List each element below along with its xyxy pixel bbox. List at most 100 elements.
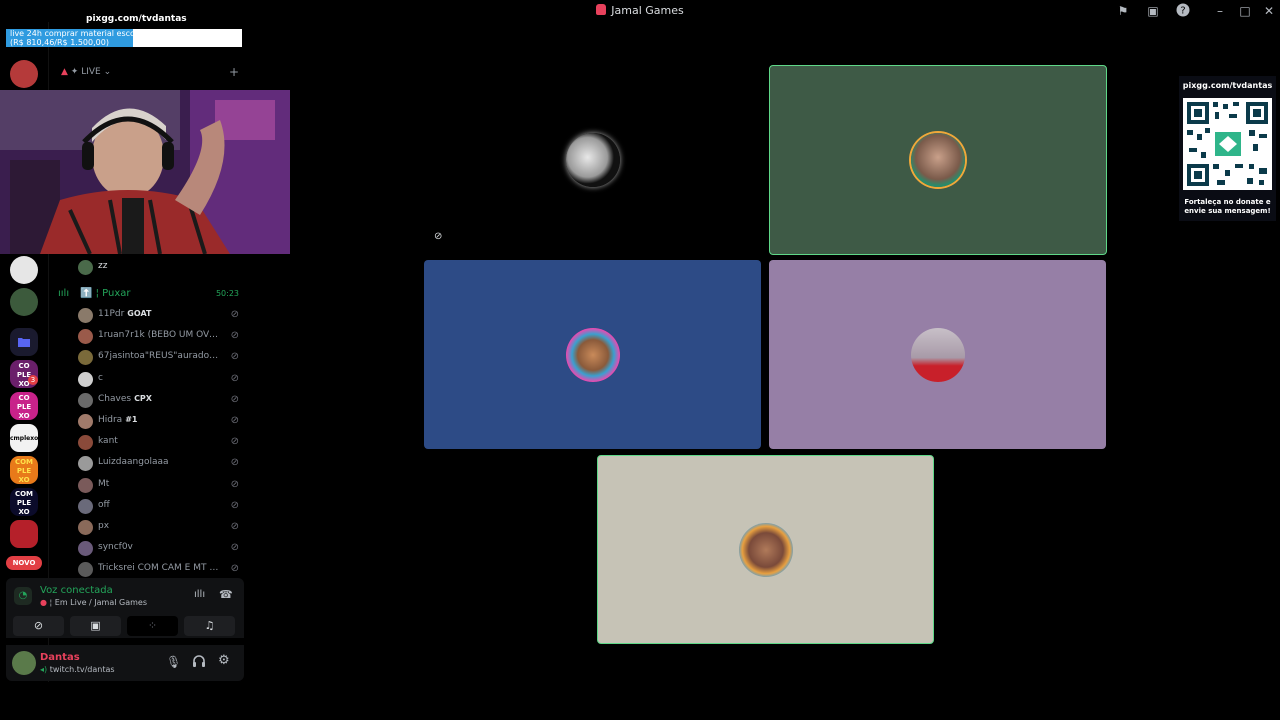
voice-location[interactable]: ● ¦ Em Live / Jamal Games [40,598,147,607]
help-icon[interactable]: ? [1175,3,1191,19]
microphone-icon[interactable]: 🎙︎ [166,655,181,669]
voice-activity-icon: ıılı [58,288,70,299]
user-name[interactable]: Dantas [40,652,80,663]
video-tile-4[interactable] [769,260,1106,449]
list-item[interactable]: c ⊘ [78,370,243,391]
member-name-text: Tricksrei COM CAM E MT GO... [98,563,220,573]
maximize-button[interactable]: □ [1237,3,1253,19]
list-item[interactable]: px ⊘ [78,518,243,539]
member-tag: #1 [125,415,138,424]
server-icon-game[interactable] [10,256,38,284]
headphones-icon[interactable] [192,654,206,671]
member-name: c [98,373,220,383]
record-icon: ● [40,598,47,607]
video-tile-5[interactable] [597,455,934,644]
flag-icon[interactable]: ⚑ [1115,3,1131,19]
voice-connection-panel: ◔ Voz conectada ● ¦ Em Live / Jamal Game… [6,578,244,638]
participant-avatar-moon [565,132,620,187]
deafened-icon: ⊘ [230,457,239,468]
avatar[interactable] [12,651,36,675]
video-tile-2[interactable] [769,65,1107,255]
deafened-icon: ⊘ [230,351,239,362]
member-name: Mt [98,479,220,489]
screen-share-button[interactable]: ▣ [70,616,121,636]
video-tile-1[interactable]: ⊘ [424,65,761,254]
list-item[interactable]: kant ⊘ [78,433,243,454]
deafened-icon: ⊘ [230,542,239,553]
video-tile-3[interactable] [424,260,761,449]
list-item[interactable]: zz [78,258,243,279]
add-channel-icon[interactable]: + [229,65,239,79]
member-name-text: Mt [98,479,110,489]
avatar [78,499,93,514]
voice-status[interactable]: Voz conectada [40,585,113,596]
user-status: ◂) twitch.tv/dantas [40,665,115,674]
server-icon-live[interactable] [10,520,38,548]
server-icon-complexo-3[interactable]: cmplexo [10,424,38,452]
server-icon-complexo-2[interactable]: CO PLE XO [10,392,38,420]
deafened-icon: ⊘ [230,415,239,426]
qr-url: pixgg.com/tvdantas [1182,81,1273,90]
minimize-button[interactable]: – [1212,3,1228,19]
member-name: 67jasintoa"REUS"auradocpx67 [98,351,220,361]
list-item[interactable]: syncf0v ⊘ [78,539,243,560]
signal-icon[interactable]: ◔ [14,587,32,605]
deafened-icon: ⊘ [230,330,239,341]
member-name-text: c [98,373,103,383]
server-icon [596,4,607,15]
participant-avatar-4 [910,327,965,382]
list-item[interactable]: 1ruan7r1k (BEBO UM OVO CR... ⊘ [78,327,243,348]
avatar [78,372,93,387]
close-button[interactable]: ✕ [1261,3,1277,19]
activities-button[interactable]: ⁘ [127,616,178,636]
avatar [78,350,93,365]
member-name: 1ruan7r1k (BEBO UM OVO CR... [98,330,220,340]
noise-suppression-icon[interactable]: ıllı [194,589,205,600]
svg-text:?: ? [1180,6,1185,17]
list-item[interactable]: Luizdaangolaaa ⊘ [78,454,243,475]
voice-channel-puxar[interactable]: ıılı ⬆️ ¦ Puxar 50:23 [58,288,243,302]
avatar [78,478,93,493]
server-icon-complexo-5[interactable]: COM PLE XO [10,488,38,516]
avatar [78,414,93,429]
member-name: kant [98,436,220,446]
user-status-text: twitch.tv/dantas [49,665,115,674]
notification-badge: 3 [28,375,38,385]
qr-donate-card: pixgg.com/tvdantas Fortaleça no donate e… [1179,76,1276,221]
deafened-icon: ⊘ [434,231,443,242]
member-name: px [98,521,220,531]
member-name: Luizdaangolaaa [98,457,220,467]
qr-caption: Fortaleça no donate e envie sua mensagem… [1184,198,1271,215]
list-item[interactable]: Chaves CPX ⊘ [78,391,243,412]
member-name-text: kant [98,436,118,446]
list-item[interactable]: Hidra #1 ⊘ [78,412,243,433]
server-icon-avatar[interactable] [10,288,38,316]
deafened-icon: ⊘ [230,563,239,574]
member-name-text: px [98,521,110,531]
camera-off-button[interactable]: ⊘ [13,616,64,636]
member-name-text: 67jasintoa"REUS"auradocpx67 [98,351,220,361]
qr-code-icon [1183,98,1272,190]
donation-goal-amount: (R$ 810,46/R$ 1.500,00) [10,38,109,47]
member-name: Hidra #1 [98,415,220,425]
settings-gear-icon[interactable]: ⚙ [218,653,230,668]
member-name-text: Hidra [98,415,123,425]
soundboard-button[interactable]: ♫ [184,616,235,636]
avatar [78,435,93,450]
list-item[interactable]: 11Pdr GOAT ⊘ [78,306,243,327]
avatar [78,308,93,323]
member-name: 11Pdr GOAT [98,309,220,319]
list-item[interactable]: Mt ⊘ [78,476,243,497]
list-item[interactable]: off ⊘ [78,497,243,518]
disconnect-icon[interactable]: ☎ [219,588,233,601]
list-item[interactable]: 67jasintoa"REUS"auradocpx67 ⊘ [78,348,243,369]
category-live[interactable]: ▲ ✦ LIVE ⌄ [61,67,111,77]
server-icon-complexo-4[interactable]: COM PLE XO [10,456,38,484]
inbox-icon[interactable]: ▣ [1145,3,1161,19]
folder-icon[interactable] [10,328,38,356]
member-name-text: Chaves [98,394,132,404]
participant-avatar-2 [911,133,965,187]
avatar [78,393,93,408]
server-avatar-red[interactable] [10,60,38,88]
new-badge[interactable]: NOVO [6,556,42,570]
